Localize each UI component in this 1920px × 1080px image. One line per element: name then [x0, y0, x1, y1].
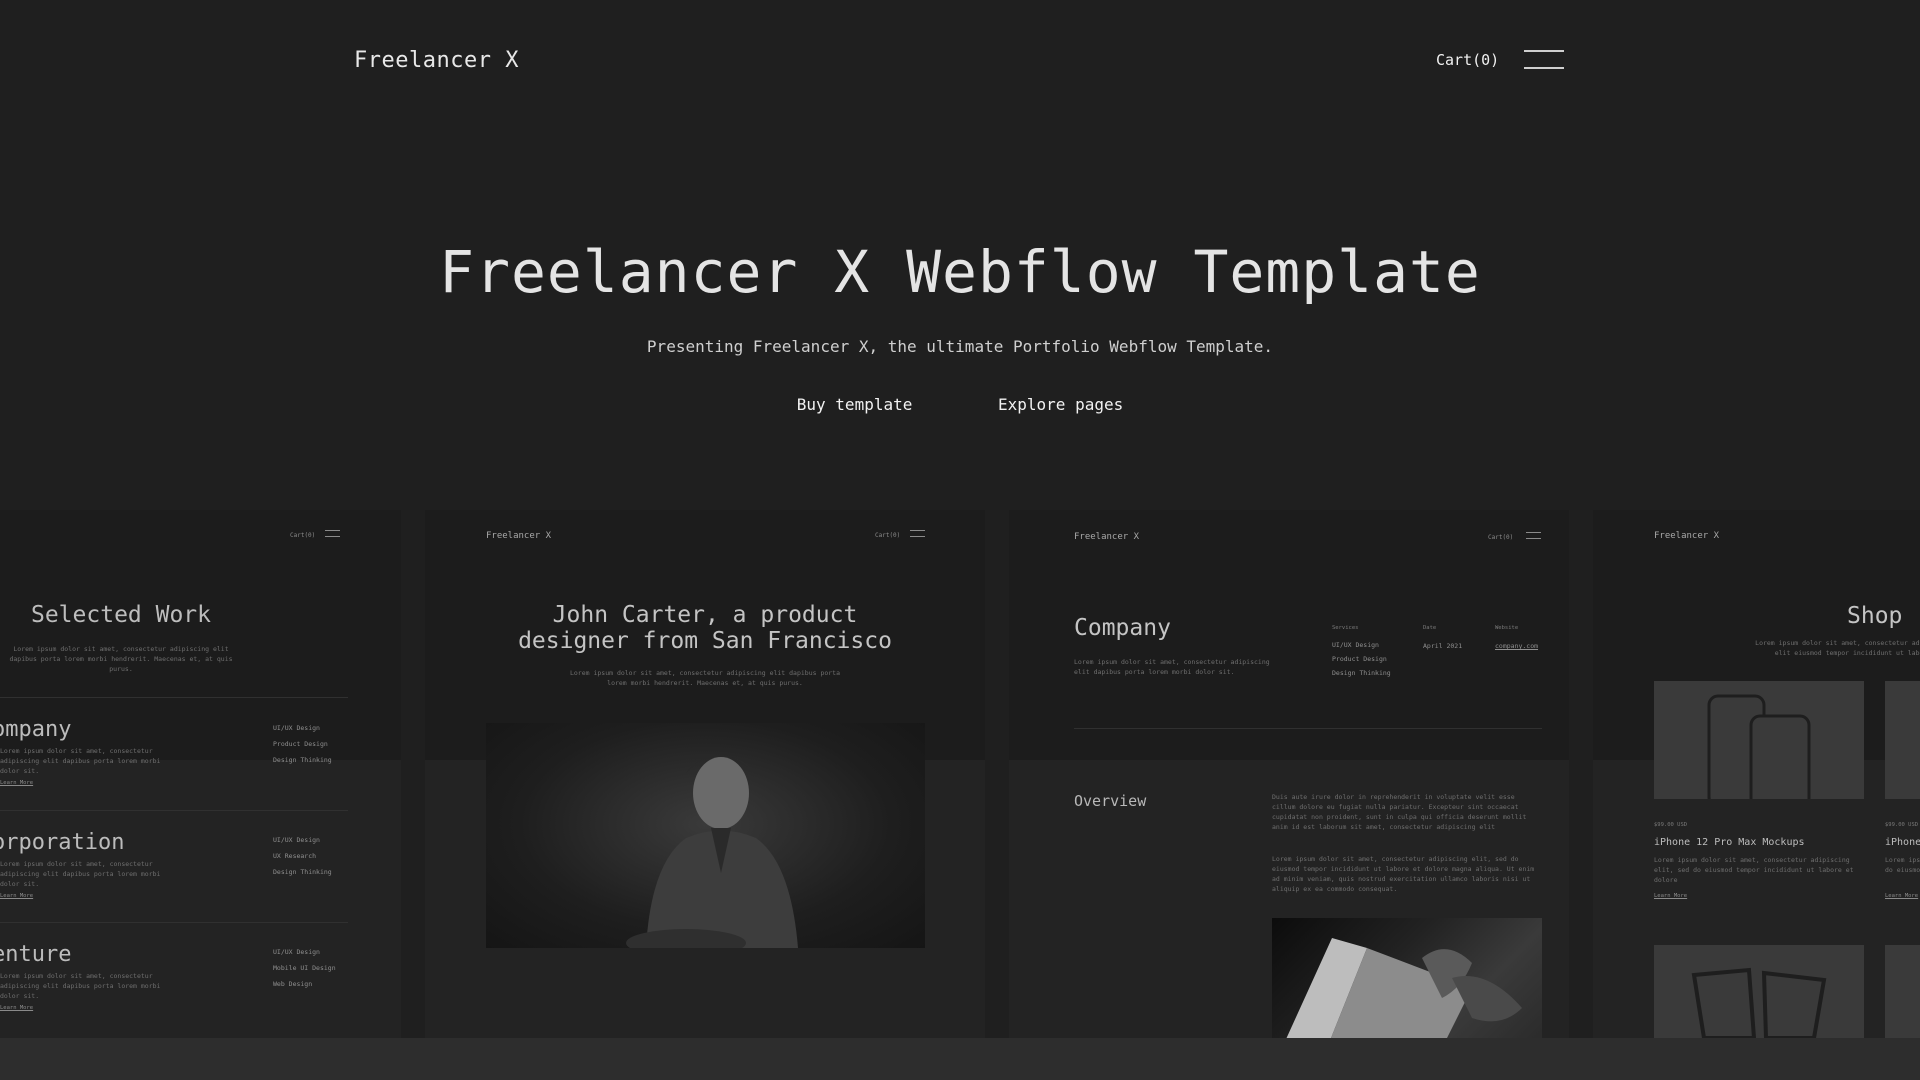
learn-more-link: Learn More — [0, 1005, 34, 1011]
preview-title: John Carter, a product designer from San… — [518, 602, 892, 654]
work-row-title: enture — [0, 942, 72, 967]
learn-more-link: Learn More — [1885, 893, 1919, 899]
preview-card-selected-work[interactable]: Cart(0) Selected Work Lorem ipsum dolor … — [0, 510, 401, 1038]
portrait-photo — [486, 723, 925, 948]
shop-intro: Lorem ipsum dolor sit amet, consectetur … — [1755, 639, 1920, 657]
project-title: Company — [1074, 615, 1171, 641]
hero-section: Freelancer X Webflow Template Presenting… — [0, 230, 1920, 356]
divider — [0, 922, 348, 923]
hamburger-menu-icon[interactable] — [1524, 50, 1564, 72]
work-row-title: orporation — [0, 830, 125, 855]
product-price: $99.00 USD — [1885, 822, 1919, 828]
bottom-band — [0, 1038, 1920, 1080]
learn-more-link: Learn More — [0, 780, 34, 786]
work-row-desc: Lorem ipsum dolor sit amet, consectetur … — [0, 860, 161, 888]
product-image — [1654, 945, 1864, 1038]
work-row-tags: UI/UX Design Product Design Design Thinkin… — [273, 724, 332, 764]
explore-pages-button[interactable]: Explore pages — [998, 395, 1123, 414]
brand-logo[interactable]: Freelancer X — [354, 48, 519, 73]
preview-brand: Freelancer X — [486, 531, 552, 541]
product-desc: Lorem ipsum sed do eiusmod — [1885, 856, 1920, 874]
preview-title: Selected Work — [30, 602, 211, 628]
preview-cart: Cart(0) — [875, 532, 901, 539]
hero-actions: Buy template Explore pages — [0, 395, 1920, 414]
project-intro: Lorem ipsum dolor sit amet, consectetur … — [1074, 658, 1270, 676]
work-row-tags: UI/UX Design Mobile UI Design Web Design — [273, 948, 336, 988]
preview-intro: Lorem ipsum dolor sit amet, consectetur … — [9, 645, 233, 673]
divider — [1074, 728, 1542, 729]
project-website-link: company.com — [1495, 642, 1539, 650]
overview-paragraph: Duis aute irure dolor in reprehenderit i… — [1272, 793, 1527, 831]
work-row-tags: UI/UX Design UX Research Design Thinking — [273, 836, 332, 876]
learn-more-link: Learn More — [1654, 893, 1688, 899]
hero-subtitle: Presenting Freelancer X, the ultimate Po… — [646, 337, 1274, 356]
preview-brand: Freelancer X — [1074, 532, 1140, 542]
laptop-photo — [1272, 918, 1542, 1038]
divider — [0, 697, 348, 698]
preview-card-shop[interactable]: Freelancer X Shop Lorem ipsum dolor sit … — [1593, 510, 1920, 1038]
product-desc: Lorem ipsum dolor sit amet, consectetur … — [1654, 856, 1854, 884]
top-navigation: Freelancer X Cart(0) — [0, 0, 1920, 130]
overview-paragraph: Lorem ipsum dolor sit amet, consectetur … — [1272, 855, 1535, 893]
preview-card-case-study[interactable]: Freelancer X Cart(0) Company Lorem ipsum… — [1009, 510, 1569, 1038]
preview-cart: Cart(0) — [290, 532, 316, 539]
product-price: $99.00 USD — [1654, 822, 1688, 828]
preview-menu-icon — [325, 530, 340, 537]
shop-title: Shop — [1847, 603, 1903, 629]
services-list: UI/UX Design Product Design Design Thinkin… — [1332, 641, 1391, 677]
website-label: Website — [1495, 625, 1519, 631]
product-title: iPhone — [1885, 837, 1920, 848]
preview-menu-icon — [910, 530, 925, 537]
work-row-desc: Lorem ipsum dolor sit amet, consectetur … — [0, 747, 161, 775]
product-image — [1885, 945, 1920, 1038]
cart-link[interactable]: Cart(0) — [1436, 51, 1499, 69]
project-date: April 2021 — [1423, 642, 1463, 650]
hero-title: Freelancer X Webflow Template — [439, 238, 1481, 306]
overview-heading: Overview — [1074, 792, 1147, 810]
buy-template-button[interactable]: Buy template — [797, 395, 913, 414]
preview-brand: Freelancer X — [1654, 531, 1720, 541]
preview-cart: Cart(0) — [1488, 534, 1514, 541]
date-label: Date — [1423, 625, 1437, 631]
services-label: Services — [1332, 625, 1359, 631]
work-row-title: ompany — [0, 717, 72, 742]
product-title: iPhone 12 Pro Max Mockups — [1654, 837, 1805, 848]
product-image — [1654, 681, 1864, 818]
learn-more-link: Learn More — [0, 893, 34, 899]
preview-card-about[interactable]: Freelancer X Cart(0) John Carter, a prod… — [425, 510, 985, 1038]
preview-intro: Lorem ipsum dolor sit amet, consectetur … — [569, 669, 841, 687]
product-image — [1885, 681, 1920, 799]
preview-menu-icon — [1526, 532, 1541, 539]
work-row-desc: Lorem ipsum dolor sit amet, consectetur … — [0, 972, 161, 1000]
divider — [0, 810, 348, 811]
